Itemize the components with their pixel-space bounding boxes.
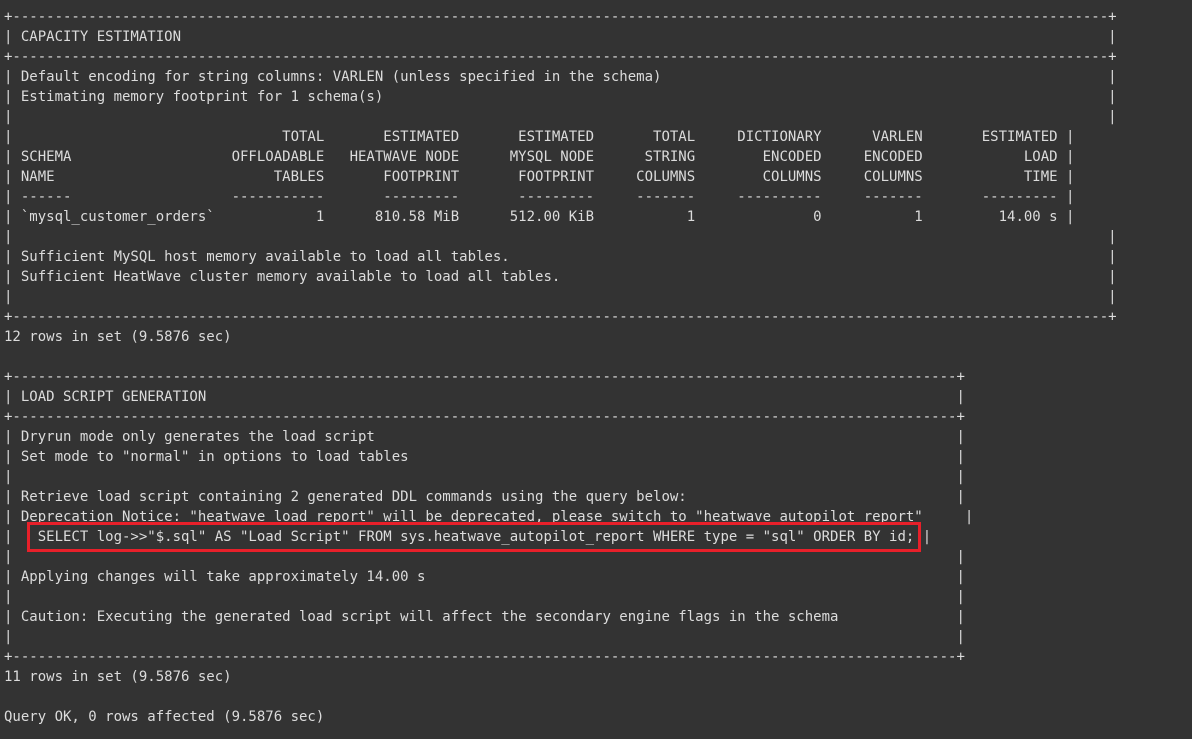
capacity-info-line: | Default encoding for string columns: V… (4, 69, 1117, 85)
table-border-right: | (914, 529, 932, 545)
blank-table-line: | | (4, 289, 1117, 305)
rows-in-set-status: 11 rows in set (9.5876 sec) (4, 669, 232, 685)
table-border: +---------------------------------------… (4, 409, 965, 425)
table-border: +---------------------------------------… (4, 9, 1117, 25)
rows-in-set-status: 12 rows in set (9.5876 sec) (4, 329, 232, 345)
sql-query-line: | SELECT log->>"$.sql" AS "Load Script" … (4, 522, 1117, 552)
highlighted-sql-query[interactable]: SELECT log->>"$.sql" AS "Load Script" FR… (26, 522, 921, 552)
load-info-line: | Dryrun mode only generates the load sc… (4, 429, 965, 445)
deprecation-notice: | Deprecation Notice: "heatwave_load_rep… (4, 509, 974, 525)
capacity-data-row: | `mysql_customer_orders` 1 810.58 MiB 5… (4, 209, 1075, 225)
blank-table-line: | | (4, 109, 1117, 125)
load-section-title: | LOAD SCRIPT GENERATION | (4, 389, 965, 405)
capacity-info-line: | Sufficient MySQL host memory available… (4, 249, 1117, 265)
blank-table-line: | | (4, 549, 965, 565)
blank-table-line: | | (4, 629, 965, 645)
table-border: +---------------------------------------… (4, 369, 965, 385)
capacity-header-row: | SCHEMA OFFLOADABLE HEATWAVE NODE MYSQL… (4, 149, 1075, 165)
table-border-left: | (4, 529, 38, 545)
load-info-line: | Set mode to "normal" in options to loa… (4, 449, 965, 465)
capacity-header-row: | NAME TABLES FOOTPRINT FOOTPRINT COLUMN… (4, 169, 1075, 185)
terminal-output: +---------------------------------------… (4, 7, 1117, 727)
blank-table-line: | | (4, 469, 965, 485)
blank-table-line: | | (4, 229, 1117, 245)
table-border: +---------------------------------------… (4, 649, 965, 665)
query-ok-status: Query OK, 0 rows affected (9.5876 sec) (4, 709, 325, 725)
load-info-line: | Retrieve load script containing 2 gene… (4, 489, 965, 505)
capacity-header-separator: | ------ ----------- --------- ---------… (4, 189, 1075, 205)
capacity-header-row: | TOTAL ESTIMATED ESTIMATED TOTAL DICTIO… (4, 129, 1075, 145)
capacity-info-line: | Sufficient HeatWave cluster memory ava… (4, 269, 1117, 285)
load-info-line: | Applying changes will take approximate… (4, 569, 965, 585)
capacity-info-line: | Estimating memory footprint for 1 sche… (4, 89, 1117, 105)
table-border: +---------------------------------------… (4, 49, 1117, 65)
blank-table-line: | | (4, 589, 965, 605)
capacity-section-title: | CAPACITY ESTIMATION | (4, 29, 1117, 45)
table-border: +---------------------------------------… (4, 309, 1117, 325)
caution-line: | Caution: Executing the generated load … (4, 609, 965, 625)
